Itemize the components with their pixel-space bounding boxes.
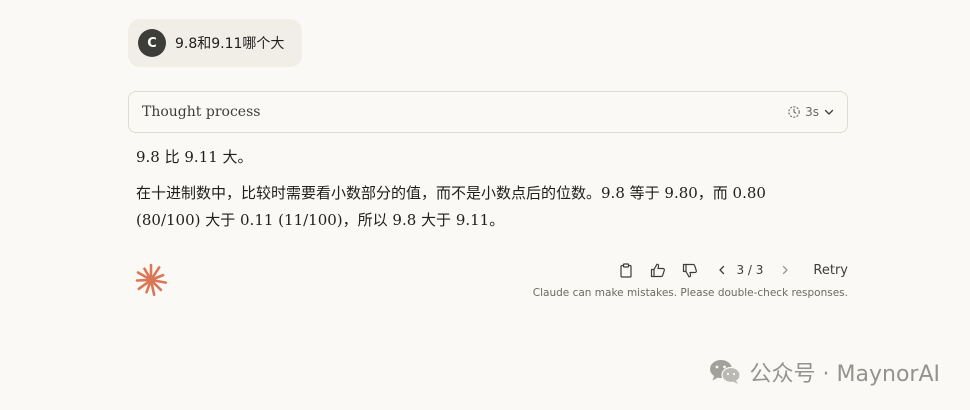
chevron-down-icon <box>824 109 834 115</box>
chevron-right-icon <box>783 265 789 275</box>
clipboard-icon <box>620 262 633 278</box>
thought-process-toggle[interactable]: Thought process 3s <box>128 91 848 133</box>
response-paragraph-1: 9.8 比 9.11 大。 <box>136 148 253 166</box>
user-message-text: 9.8和9.11哪个大 <box>175 36 285 52</box>
watermark-text: 公众号 · MaynorAI <box>749 362 940 387</box>
user-message: C 9.8和9.11哪个大 <box>128 19 302 67</box>
version-pager: 3 / 3 <box>736 263 764 277</box>
watermark: 公众号 · MaynorAI <box>708 356 940 388</box>
like-button[interactable] <box>646 259 670 281</box>
user-avatar[interactable]: C <box>138 29 166 57</box>
timer-icon <box>788 106 800 118</box>
wechat-icon <box>709 360 741 384</box>
thought-duration-text: 3s <box>805 105 819 119</box>
dislike-button[interactable] <box>678 259 702 281</box>
response-paragraph-2: 在十进制数中，比较时需要看小数部分的值，而不是小数点后的位数。9.8 等于 9.… <box>136 184 766 229</box>
response-actions: 3 / 3 Retry <box>606 259 848 281</box>
thought-duration[interactable]: 3s <box>787 105 835 119</box>
copy-button[interactable] <box>614 259 638 281</box>
assistant-response: 9.8 比 9.11 大。 在十进制数中，比较时需要看小数部分的值，而不是小数点… <box>136 145 836 234</box>
thought-process-label: Thought process <box>142 104 261 120</box>
disclaimer-text: Claude can make mistakes. Please double-… <box>532 287 848 299</box>
chevron-left-icon <box>719 265 725 275</box>
previous-version-button[interactable] <box>710 259 734 281</box>
thumbs-up-icon <box>651 263 666 277</box>
next-version-button[interactable] <box>773 259 797 281</box>
claude-logo-icon <box>135 263 168 296</box>
retry-button[interactable]: Retry <box>813 263 848 278</box>
thumbs-down-icon <box>683 263 698 277</box>
